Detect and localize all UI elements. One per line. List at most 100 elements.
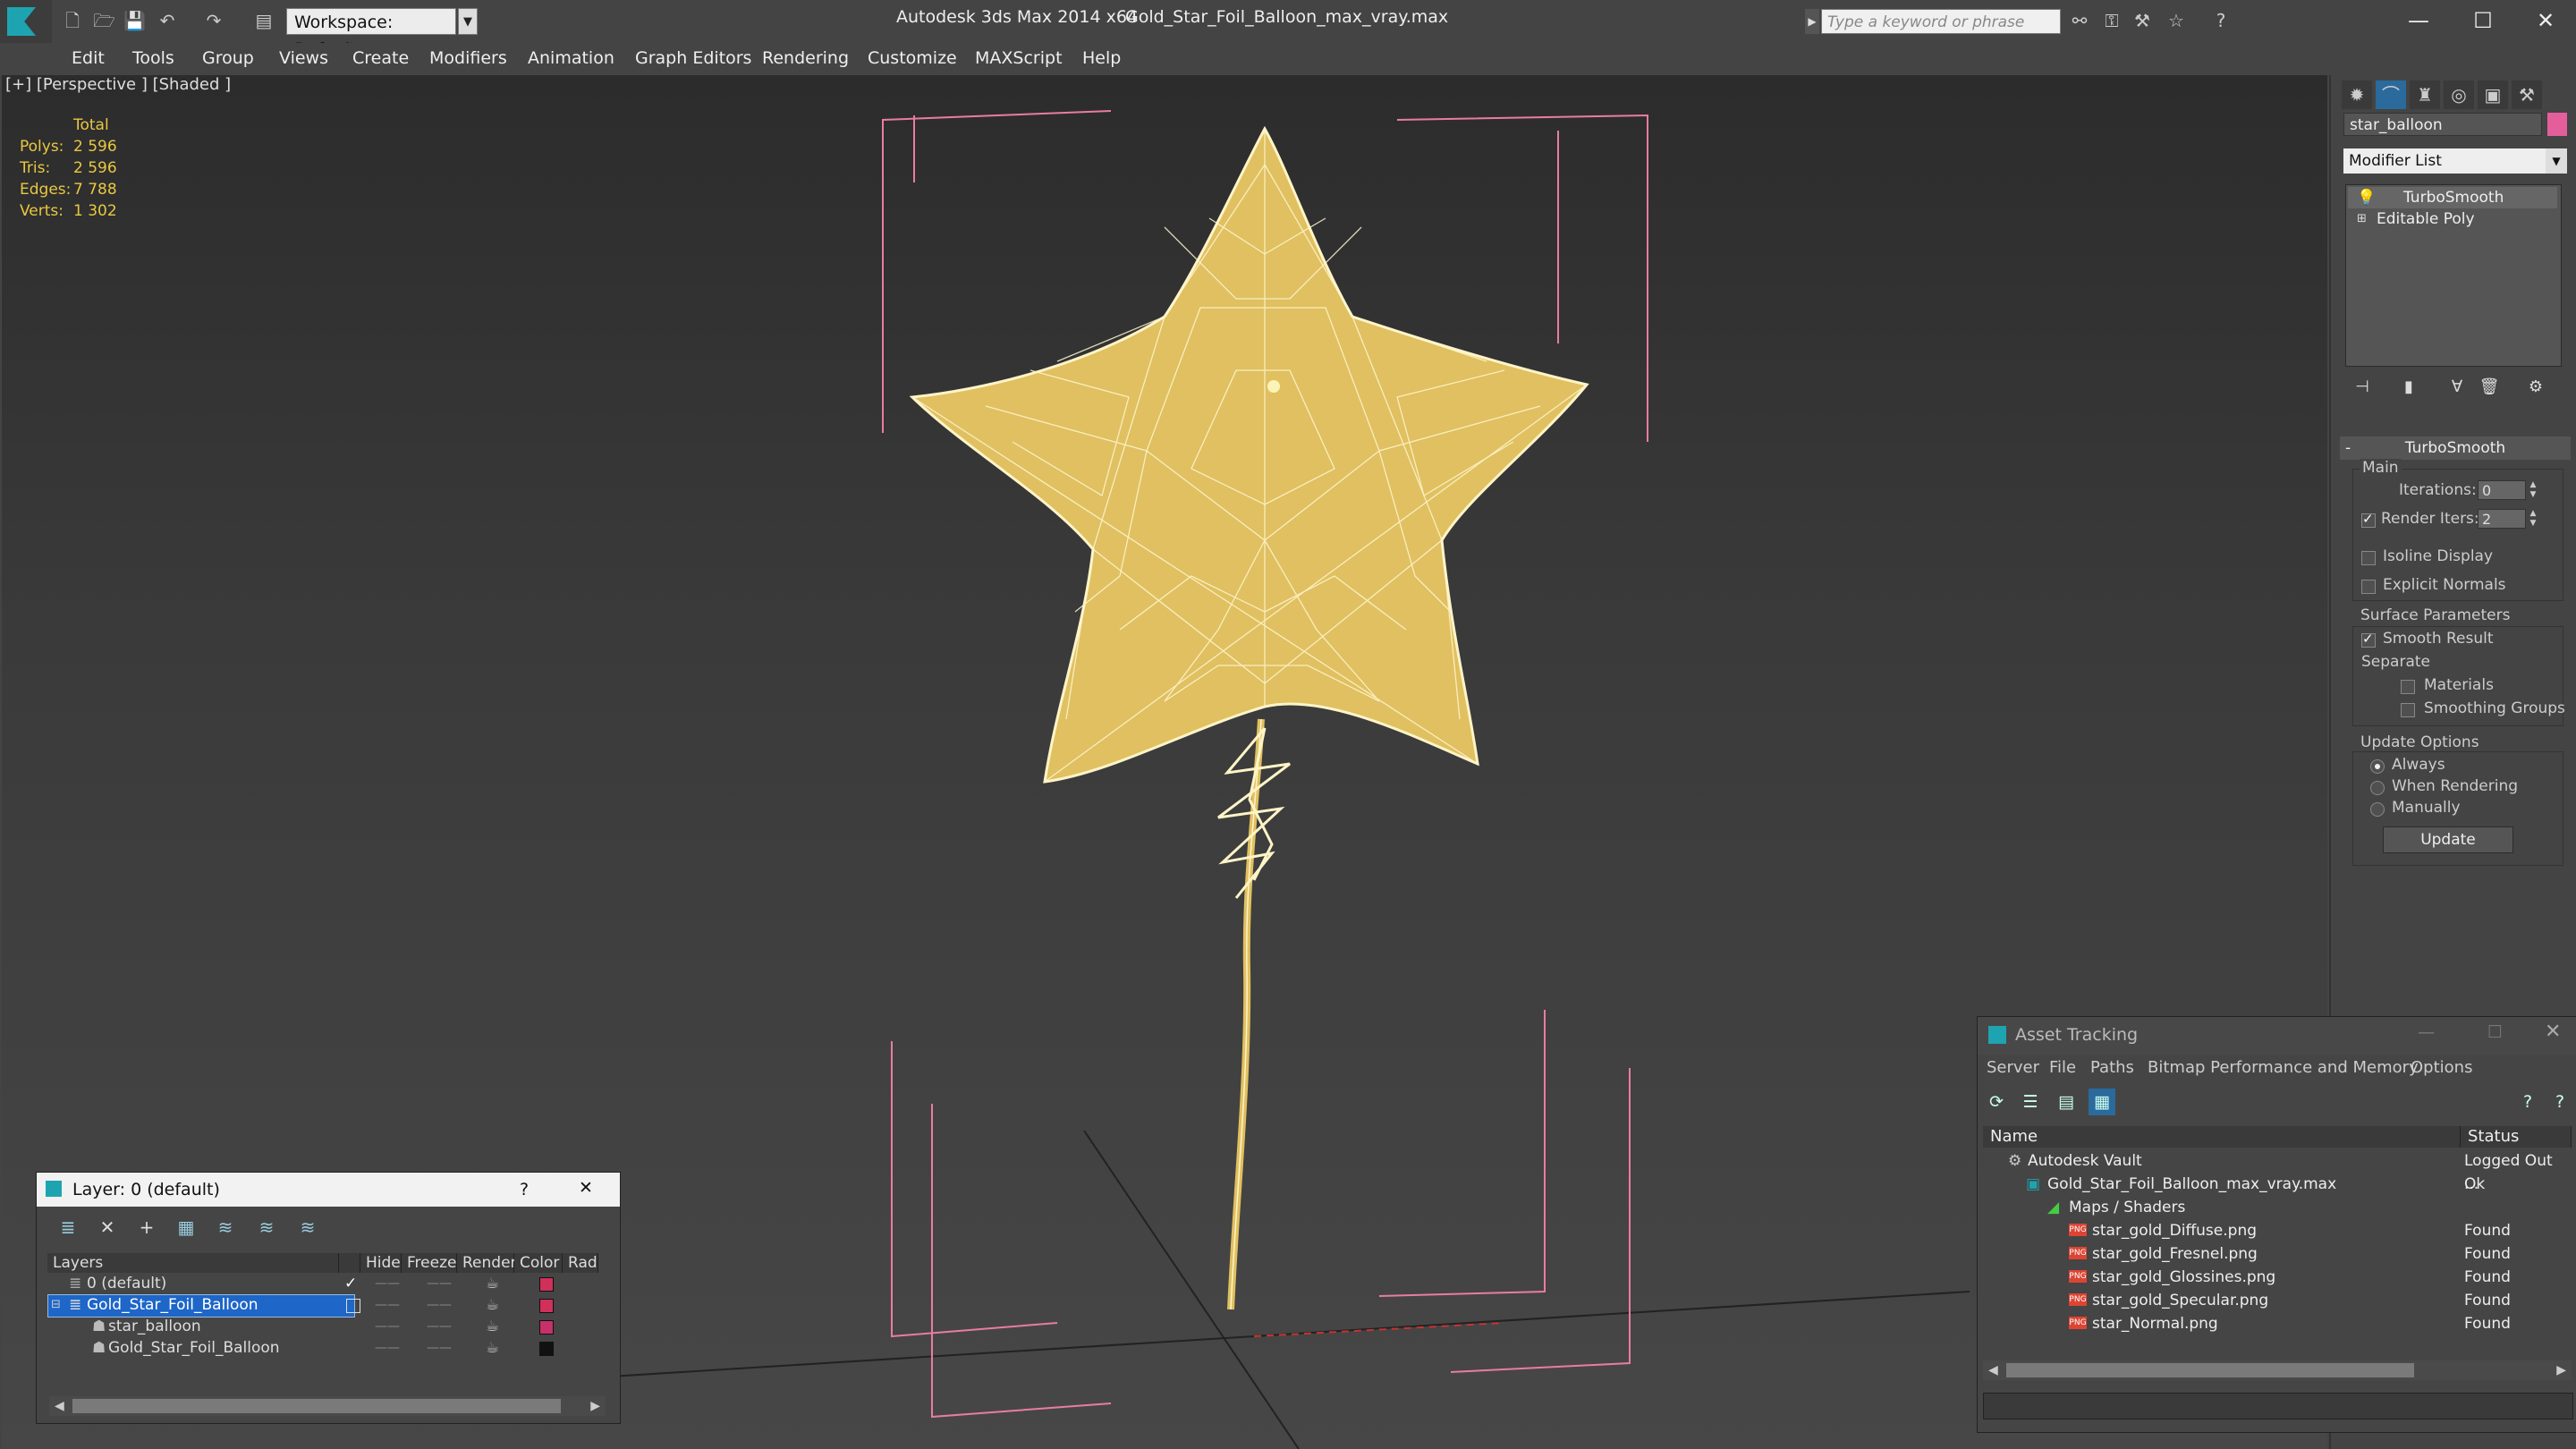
minimize-button[interactable]: — [2418,1022,2435,1042]
layer-row[interactable]: ☗ Gold_Star_Foil_Balloon —— —— ☕ [47,1337,611,1359]
freeze-toggle[interactable]: —— [427,1294,452,1316]
display-tab-icon[interactable]: ▣ [2478,80,2508,109]
asset-horizontal-scrollbar[interactable]: ◀ ▶ [1983,1360,2572,1380]
column-header-freeze[interactable]: Freeze [402,1253,457,1273]
select-objects-icon[interactable]: ▦ [173,1214,199,1241]
column-header-color[interactable]: Color [514,1253,563,1273]
asset-row[interactable]: ◢ Maps / Shaders [1983,1196,2572,1219]
freeze-toggle[interactable]: —— [427,1316,452,1337]
stack-item-turbosmooth[interactable]: 💡 TurboSmooth [2348,187,2557,208]
current-layer-check-icon[interactable]: ✓ [344,1273,357,1294]
menu-graph-editors[interactable]: Graph Editors [635,48,751,68]
asset-menu-file[interactable]: File [2049,1058,2076,1077]
menu-tools[interactable]: Tools [132,48,174,68]
hide-toggle[interactable]: —— [375,1316,400,1337]
asset-row[interactable]: PNG star_gold_Diffuse.png Found [1983,1219,2572,1242]
when-rendering-radio[interactable] [2370,781,2385,795]
menu-edit[interactable]: Edit [72,48,105,68]
explicit-normals-checkbox[interactable] [2361,580,2376,594]
maximize-button[interactable]: ☐ [2487,1022,2503,1042]
layer-row[interactable]: ≣ 0 (default) ✓ —— —— ☕ [47,1273,611,1294]
asset-tracking-titlebar[interactable]: Asset Tracking — ☐ ✕ [1978,1017,2576,1055]
redo-icon[interactable]: ↷ [204,11,224,30]
layer-row[interactable]: ⊟ ≣ Gold_Star_Foil_Balloon —— —— ☕ [47,1294,611,1318]
menu-maxscript[interactable]: MAXScript [975,48,1063,68]
collapse-icon[interactable]: - [2345,436,2351,460]
scroll-left-icon[interactable]: ◀ [55,1396,64,1416]
modifier-list-dropdown[interactable]: Modifier List [2343,148,2546,174]
asset-path-field[interactable] [1983,1393,2573,1419]
favorites-star-icon[interactable]: ☆ [2166,11,2186,30]
layer-color-swatch[interactable] [539,1342,554,1356]
render-iters-spinner[interactable]: 2 [2478,509,2526,529]
expand-minus-icon[interactable]: ⊟ [51,1294,61,1316]
close-button[interactable]: ✕ [579,1178,593,1198]
key-icon[interactable]: ⚿ [2102,11,2122,30]
asset-row[interactable]: ▣ Gold_Star_Foil_Balloon_max_vray.max Ok [1983,1173,2572,1196]
show-end-result-icon[interactable]: ▮ [2397,376,2420,399]
project-folder-icon[interactable]: ▤ [254,11,274,30]
modify-tab-icon[interactable]: ⌒ [2376,80,2406,109]
smooth-result-checkbox[interactable] [2361,631,2376,648]
column-header-hide[interactable]: Hide [360,1253,402,1273]
list-view-icon[interactable]: ☰ [2017,1089,2044,1115]
save-file-icon[interactable]: 💾 [123,11,146,30]
delete-layer-icon[interactable]: ✕ [94,1214,121,1241]
grid-view-icon[interactable]: ▦ [2089,1089,2115,1115]
menu-views[interactable]: Views [279,48,328,68]
update-button[interactable]: Update [2383,826,2513,853]
column-header-name[interactable]: Name [1983,1126,2461,1148]
table-view-icon[interactable]: ▤ [2053,1089,2080,1115]
layer-dialog-titlebar[interactable]: Layer: 0 (default) ? ✕ [37,1173,620,1207]
binoculars-icon[interactable]: ⚯ [2070,11,2089,30]
render-teapot-icon[interactable]: ☕ [486,1337,499,1359]
help-icon[interactable]: ? [2211,11,2231,30]
object-name-input[interactable]: star_balloon [2343,113,2542,136]
search-input[interactable]: Type a keyword or phrase [1821,9,2061,34]
chevron-down-icon[interactable]: ▼ [458,8,478,35]
hide-all-layers-icon[interactable]: ≋ [253,1214,280,1241]
spinner-arrows-icon[interactable]: ▲ ▼ [2528,509,2538,529]
column-header-current[interactable] [339,1253,360,1273]
new-file-icon[interactable]: 🗋 [63,11,82,30]
open-file-icon[interactable]: 🗁 [93,11,115,30]
render-teapot-icon[interactable]: ☕ [486,1316,499,1337]
asset-row[interactable]: ⚙ Autodesk Vault Logged Out ... [1983,1149,2572,1193]
help-button[interactable]: ? [520,1180,529,1199]
column-header-rad[interactable]: Rad [563,1253,598,1273]
close-button[interactable]: ✕ [2528,4,2563,38]
help-icon[interactable]: ? [2514,1089,2541,1115]
search-expand-icon[interactable]: ▶ [1805,9,1819,34]
stack-item-editable-poly[interactable]: ⊞ Editable Poly [2348,208,2557,230]
layer-horizontal-scrollbar[interactable]: ◀ ▶ [49,1396,606,1416]
menu-customize[interactable]: Customize [868,48,957,68]
configure-sets-icon[interactable]: ⚙ [2524,376,2547,399]
layer-color-swatch[interactable] [539,1299,554,1313]
scroll-right-icon[interactable]: ▶ [590,1396,600,1416]
lightbulb-icon[interactable]: 💡 [2357,187,2376,208]
viewport-label[interactable]: [+] [Perspective ] [Shaded ] [5,75,231,94]
asset-row[interactable]: PNG star_gold_Fresnel.png Found [1983,1242,2572,1266]
community-icon[interactable]: ⚒ [2132,11,2152,30]
asset-menu-bitmap-performance[interactable]: Bitmap Performance and Memory [2148,1058,2419,1077]
close-button[interactable]: ✕ [2545,1021,2561,1043]
add-to-layer-icon[interactable]: + [133,1214,160,1241]
menu-rendering[interactable]: Rendering [762,48,849,68]
utilities-tab-icon[interactable]: ⚒ [2512,80,2542,109]
create-tab-icon[interactable]: ✹ [2342,80,2372,109]
undo-icon[interactable]: ↶ [157,11,177,30]
hide-toggle[interactable]: —— [375,1273,400,1294]
expand-plus-icon[interactable]: ⊞ [2357,208,2367,230]
column-header-layers[interactable]: Layers [47,1253,339,1273]
menu-help[interactable]: Help [1082,48,1121,68]
help-context-icon[interactable]: ? [2546,1089,2573,1115]
render-teapot-icon[interactable]: ☕ [486,1294,499,1316]
app-logo-icon[interactable] [0,0,52,43]
asset-menu-options[interactable]: Options [2411,1058,2472,1077]
asset-row[interactable]: PNG star_gold_Glossines.png Found [1983,1266,2572,1289]
star-balloon-mesh[interactable] [909,125,1589,784]
scroll-left-icon[interactable]: ◀ [1988,1360,1998,1380]
hierarchy-tab-icon[interactable]: ♜ [2410,80,2440,109]
render-iters-checkbox[interactable] [2361,511,2376,528]
materials-checkbox[interactable] [2401,680,2415,694]
